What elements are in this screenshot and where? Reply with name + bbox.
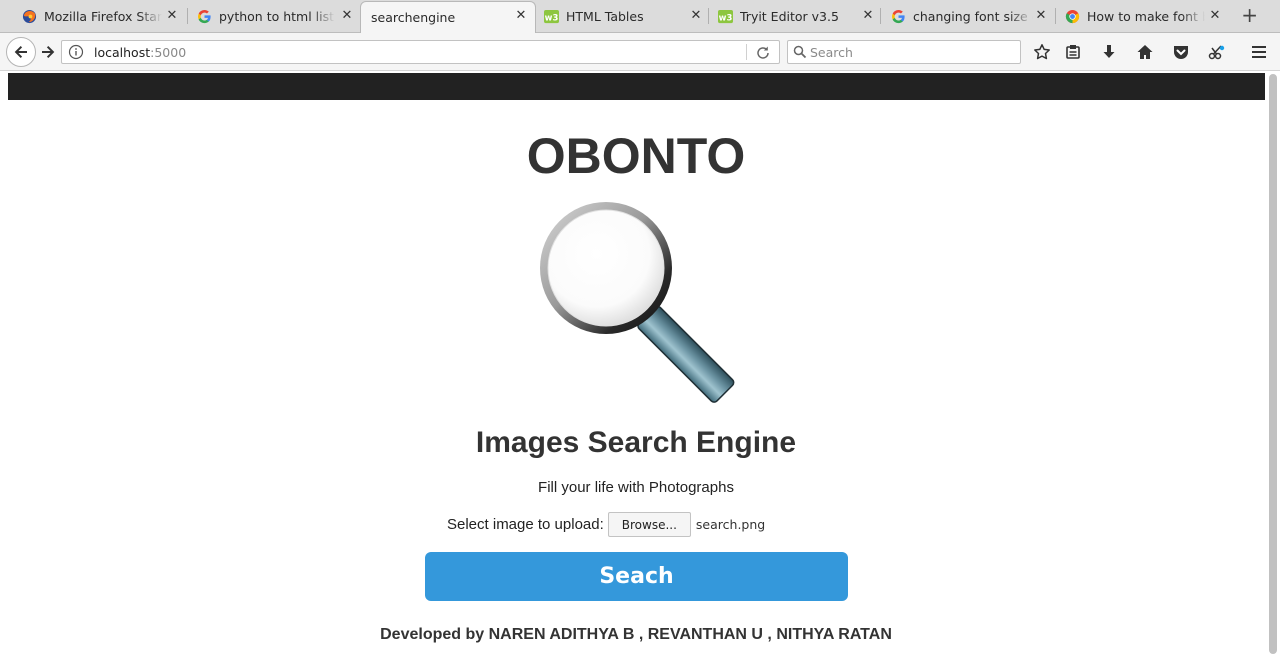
upload-row: Select image to upload: Browse... search… bbox=[447, 512, 765, 537]
browser-search-box[interactable] bbox=[787, 40, 1021, 64]
w3schools-icon: w3 bbox=[544, 9, 559, 24]
svg-text:w3: w3 bbox=[719, 12, 733, 22]
url-port: :5000 bbox=[150, 45, 187, 60]
firefox-icon bbox=[22, 9, 37, 24]
chrome-icon bbox=[1065, 9, 1080, 24]
hamburger-menu-icon bbox=[1252, 46, 1266, 58]
upload-label: Select image to upload: bbox=[447, 516, 604, 533]
browser-search-input[interactable] bbox=[810, 43, 1010, 61]
bookmarks-menu-button[interactable] bbox=[1063, 42, 1083, 62]
tab-title: Mozilla Firefox Start Page bbox=[44, 8, 162, 24]
forward-button[interactable] bbox=[38, 43, 58, 61]
tab-html-tables[interactable]: w3 HTML Tables ✕ bbox=[522, 2, 710, 30]
reload-icon[interactable] bbox=[755, 45, 771, 61]
tab-title: python to html list - Google Search bbox=[219, 8, 335, 24]
back-arrow-icon bbox=[14, 46, 27, 58]
home-button[interactable] bbox=[1135, 42, 1155, 62]
google-icon bbox=[892, 9, 905, 24]
info-icon[interactable] bbox=[68, 44, 84, 60]
tab-title: changing font size google search bbox=[913, 8, 1033, 24]
url-text: localhost:5000 bbox=[94, 45, 186, 60]
tab-searchengine[interactable]: searchengine ✕ bbox=[360, 1, 536, 33]
tab-title: How to make font bigger bbox=[1087, 8, 1205, 24]
tab-title: searchengine bbox=[371, 10, 456, 25]
back-button[interactable] bbox=[6, 37, 36, 67]
forward-arrow-icon bbox=[42, 46, 55, 58]
downloads-button[interactable] bbox=[1099, 42, 1119, 62]
page-heading: Images Search Engine bbox=[475, 426, 797, 459]
search-icon bbox=[793, 45, 807, 59]
w3schools-icon: w3 bbox=[718, 9, 733, 24]
pocket-button[interactable] bbox=[1171, 42, 1191, 62]
tab-google-font-size[interactable]: changing font size google search ✕ bbox=[869, 2, 1055, 30]
browse-file-button[interactable]: Browse... bbox=[607, 512, 691, 537]
top-header-band bbox=[8, 73, 1265, 100]
url-host: localhost bbox=[94, 45, 151, 60]
tab-firefox-start[interactable]: Mozilla Firefox Start Page ✕ bbox=[0, 2, 186, 30]
screenshot-tool-button[interactable] bbox=[1207, 42, 1227, 62]
tab-title: Tryit Editor v3.5 bbox=[740, 8, 839, 24]
clipboard-icon bbox=[1066, 45, 1080, 59]
nav-bar: localhost:5000 bbox=[0, 33, 1280, 71]
home-icon bbox=[1137, 45, 1153, 59]
magnifying-glass-icon bbox=[540, 202, 735, 403]
scissors-icon bbox=[1208, 45, 1225, 60]
new-tab-button[interactable]: + bbox=[1241, 5, 1258, 25]
tab-strip: Mozilla Firefox Start Page ✕ python to h… bbox=[0, 0, 1280, 33]
page-scrollbar[interactable] bbox=[1266, 72, 1280, 657]
tab-tryit-editor[interactable]: w3 Tryit Editor v3.5 ✕ bbox=[696, 2, 882, 30]
url-bar[interactable]: localhost:5000 bbox=[61, 40, 780, 64]
main-menu-button[interactable] bbox=[1249, 42, 1269, 62]
tab-title: HTML Tables bbox=[566, 8, 644, 24]
close-tab-icon[interactable]: ✕ bbox=[1207, 8, 1223, 24]
tab-google-python[interactable]: python to html list - Google Search ✕ bbox=[175, 2, 361, 30]
scrollbar-thumb[interactable] bbox=[1269, 74, 1277, 654]
bookmark-star-button[interactable] bbox=[1032, 42, 1052, 62]
url-separator bbox=[746, 44, 747, 60]
close-tab-icon[interactable]: ✕ bbox=[339, 8, 355, 24]
google-icon bbox=[198, 9, 211, 24]
pocket-icon bbox=[1174, 46, 1188, 59]
tab-make-font-bigger[interactable]: How to make font bigger ✕ bbox=[1043, 2, 1229, 30]
page-viewport: OBONTO Images Search Engine Fill your li… bbox=[0, 72, 1280, 657]
svg-text:w3: w3 bbox=[545, 12, 559, 22]
tagline: Fill your life with Photographs bbox=[538, 479, 734, 496]
search-button[interactable]: Seach bbox=[425, 552, 848, 601]
selected-file-name: search.png bbox=[695, 517, 766, 532]
star-icon bbox=[1034, 44, 1050, 60]
site-brand-title: OBONTO bbox=[526, 128, 746, 184]
download-arrow-icon bbox=[1103, 45, 1115, 58]
developer-credits: Developed by NAREN ADITHYA B , REVANTHAN… bbox=[380, 626, 892, 643]
